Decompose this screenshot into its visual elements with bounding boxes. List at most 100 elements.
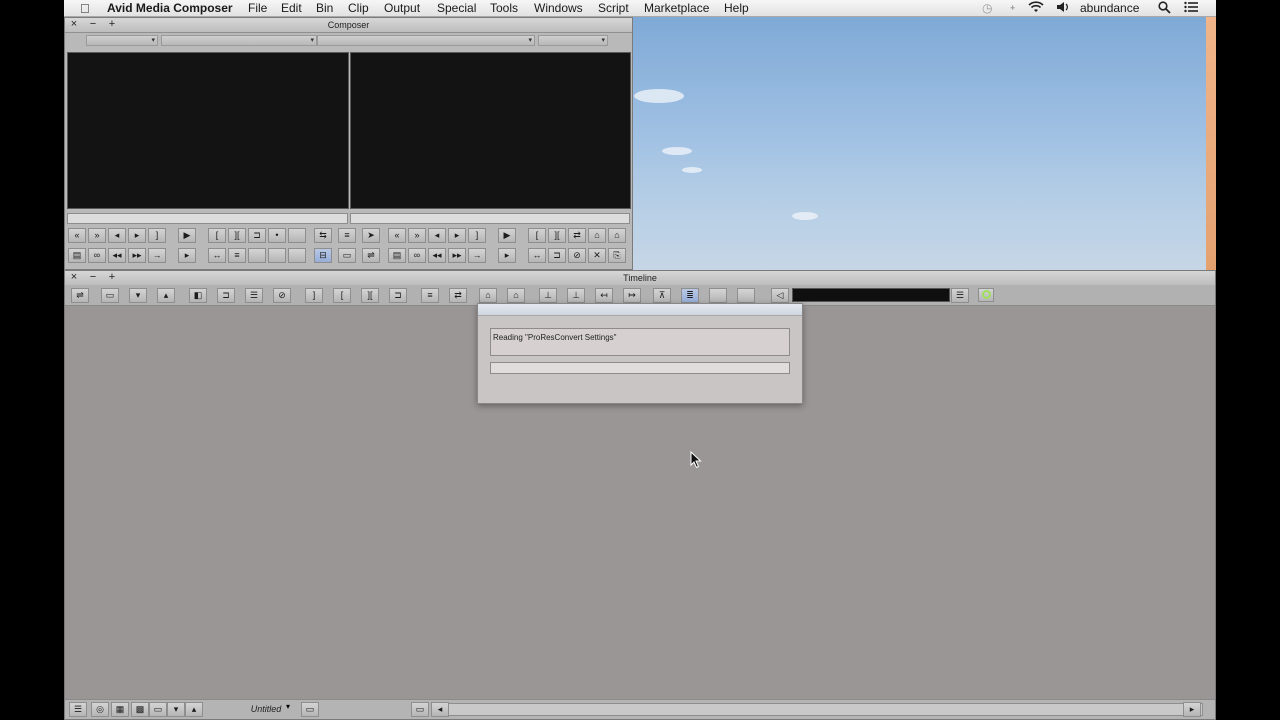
menu-help[interactable]: Help xyxy=(724,1,749,16)
timeline-horizontal-scrollbar[interactable] xyxy=(433,703,1203,716)
menu-tools[interactable]: Tools xyxy=(490,1,518,16)
scroll-right-icon[interactable]: ▸ xyxy=(1183,702,1201,717)
overwrite-icon[interactable]: ⇄ xyxy=(449,288,467,303)
no-entry-icon[interactable]: ⊘ xyxy=(273,288,291,303)
timeline-menu-icon[interactable]: ☰ xyxy=(69,702,87,717)
blank-button[interactable] xyxy=(248,248,266,263)
blank-button[interactable] xyxy=(737,288,755,303)
mark-in-icon[interactable]: [ xyxy=(528,228,546,243)
up-arrow-icon[interactable]: ▴ xyxy=(157,288,175,303)
source-clip-name-menu[interactable]: ▾ xyxy=(161,35,317,46)
blank-button[interactable] xyxy=(288,228,306,243)
segment-lift-icon[interactable]: ⊥ xyxy=(539,288,557,303)
blank-button[interactable] xyxy=(709,288,727,303)
mark-clip-icon[interactable]: ][ xyxy=(228,228,246,243)
toggle-source-icon[interactable]: ⇌ xyxy=(362,248,380,263)
app-name-menu[interactable]: Avid Media Composer xyxy=(107,1,233,16)
mark-in-icon[interactable]: [ xyxy=(208,228,226,243)
record-monitor[interactable] xyxy=(350,52,631,209)
record-position-bar[interactable] xyxy=(350,213,630,224)
trim-left-icon[interactable]: ↤ xyxy=(595,288,613,303)
add-marker-icon[interactable]: • xyxy=(268,228,286,243)
go-to-out-icon[interactable]: → xyxy=(468,248,486,263)
record-clip-menu[interactable]: ▾ xyxy=(538,35,608,46)
user-name-menu[interactable]: abundance xyxy=(1080,1,1139,16)
status-indicator-icon[interactable] xyxy=(978,288,994,302)
source-clip-menu[interactable]: ▾ xyxy=(86,35,158,46)
menu-clip[interactable]: Clip xyxy=(348,1,369,16)
collapse-icon[interactable]: ▾ xyxy=(167,702,185,717)
menu-marketplace[interactable]: Marketplace xyxy=(644,1,709,16)
menu-icon[interactable]: ▤ xyxy=(388,248,406,263)
single-monitor-icon[interactable]: ▭ xyxy=(338,248,356,263)
track-view-icon[interactable]: ☰ xyxy=(245,288,263,303)
mark-out-icon[interactable]: ] xyxy=(468,228,486,243)
jog-back-icon[interactable]: ◂◂ xyxy=(428,248,446,263)
menu-bin[interactable]: Bin xyxy=(316,1,333,16)
fit-view-icon[interactable]: ▭ xyxy=(411,702,429,717)
play-icon[interactable]: ▶ xyxy=(498,228,516,243)
composer-titlebar[interactable]: × − + Composer xyxy=(65,18,632,33)
spotlight-search-icon[interactable] xyxy=(1158,1,1171,18)
mark-clip-icon[interactable]: ][ xyxy=(548,228,566,243)
source-record-icon[interactable]: ⊟ xyxy=(314,248,332,263)
blank-button[interactable] xyxy=(288,248,306,263)
menu-output[interactable]: Output xyxy=(384,1,420,16)
clear-marks-icon[interactable]: ⇄ xyxy=(568,228,586,243)
segment-icon[interactable]: ⊐ xyxy=(548,248,566,263)
time-machine-icon[interactable]: ◷ xyxy=(982,1,992,16)
loop-icon[interactable]: ∞ xyxy=(88,248,106,263)
down-arrow-icon[interactable]: ▾ xyxy=(129,288,147,303)
menu-windows[interactable]: Windows xyxy=(534,1,583,16)
mark-out-icon[interactable]: ] xyxy=(305,288,323,303)
menu-icon[interactable]: ☰ xyxy=(951,288,969,303)
fast-forward-icon[interactable]: » xyxy=(408,228,426,243)
play-icon[interactable]: ▶ xyxy=(178,228,196,243)
lift-icon[interactable]: ⌂ xyxy=(479,288,497,303)
rewind-icon[interactable]: « xyxy=(68,228,86,243)
video-quality-icon[interactable]: ◧ xyxy=(189,288,207,303)
extract-icon[interactable]: ⌂ xyxy=(608,228,626,243)
record-clip-name-menu[interactable]: ▾ xyxy=(317,35,535,46)
step-back-icon[interactable]: ◂ xyxy=(428,228,446,243)
source-monitor[interactable] xyxy=(67,52,349,209)
menu-special[interactable]: Special xyxy=(437,1,476,16)
audio-icon[interactable]: ◁ xyxy=(771,288,789,303)
mark-in-icon[interactable]: [ xyxy=(333,288,351,303)
menu-edit[interactable]: Edit xyxy=(281,1,302,16)
apple-menu-icon[interactable]:  xyxy=(80,1,90,16)
overwrite-icon[interactable]: ➤ xyxy=(362,228,380,243)
jog-back-icon[interactable]: ◂◂ xyxy=(108,248,126,263)
jog-forward-icon[interactable]: ▸▸ xyxy=(448,248,466,263)
thumbnail-icon[interactable]: ▩ xyxy=(131,702,149,717)
expand-icon[interactable]: ▴ xyxy=(185,702,203,717)
notification-center-icon[interactable] xyxy=(1184,1,1198,17)
copy-icon[interactable]: ⎘ xyxy=(608,248,626,263)
timeline-titlebar[interactable]: × − + Timeline xyxy=(65,271,1215,286)
go-to-out-icon[interactable]: → xyxy=(148,248,166,263)
scroll-button[interactable]: ▭ xyxy=(301,702,319,717)
top-icon[interactable]: ⊼ xyxy=(653,288,671,303)
trim-icon[interactable]: ↔ xyxy=(208,248,226,263)
rewind-icon[interactable]: « xyxy=(388,228,406,243)
bluetooth-icon[interactable]: ᛭ xyxy=(1009,1,1016,16)
step-back-icon[interactable]: ◂ xyxy=(108,228,126,243)
trim-icon[interactable]: ↔ xyxy=(528,248,546,263)
lift-icon[interactable]: ⌂ xyxy=(588,228,606,243)
blank-button[interactable] xyxy=(268,248,286,263)
clear-marks-icon[interactable]: ⊐ xyxy=(248,228,266,243)
step-forward-icon[interactable]: ▸ xyxy=(128,228,146,243)
focus-icon[interactable]: ▭ xyxy=(101,288,119,303)
splice-icon[interactable]: ≡ xyxy=(338,228,356,243)
scroll-left-icon[interactable]: ◂ xyxy=(431,702,449,717)
loop-icon[interactable]: ∞ xyxy=(408,248,426,263)
play-in-to-out-icon[interactable]: ▸ xyxy=(178,248,196,263)
segment-extract-icon[interactable]: ⊥ xyxy=(567,288,585,303)
no-entry-icon[interactable]: ⊘ xyxy=(568,248,586,263)
sync-icon[interactable]: ≡ xyxy=(228,248,246,263)
timeline-settings-icon[interactable]: ⇌ xyxy=(71,288,89,303)
wifi-icon[interactable] xyxy=(1028,1,1044,17)
menu-file[interactable]: File xyxy=(248,1,267,16)
record-icon[interactable]: ◎ xyxy=(91,702,109,717)
clear-marks-icon[interactable]: ⊐ xyxy=(389,288,407,303)
